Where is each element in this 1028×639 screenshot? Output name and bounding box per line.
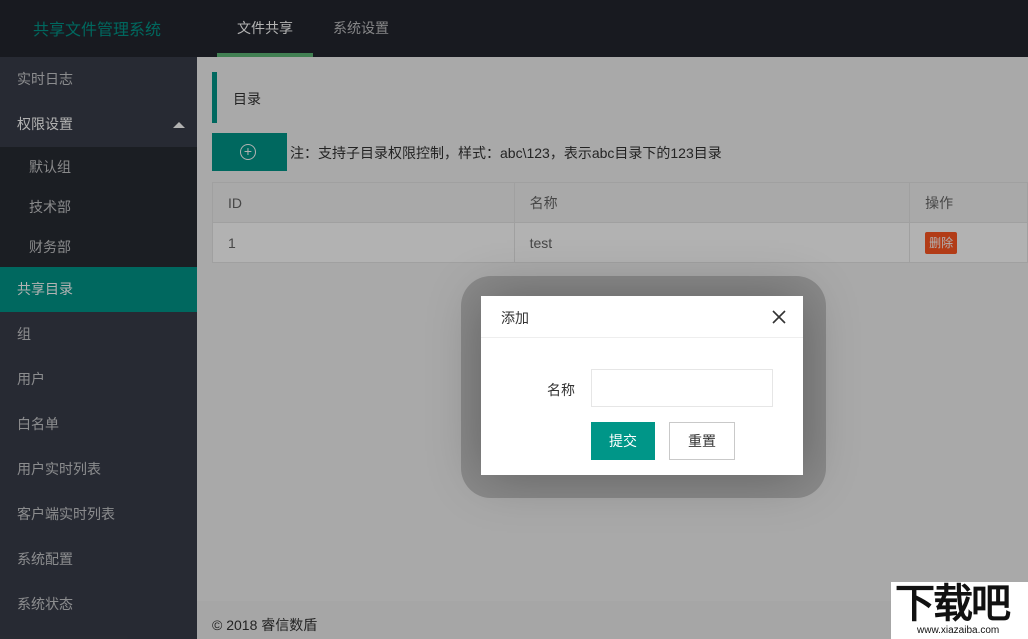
add-dialog: 添加 名称 提交 重置 [481, 296, 803, 475]
watermark-url: www.xiazaiba.com [917, 625, 1000, 636]
submit-button[interactable]: 提交 [591, 422, 655, 460]
dialog-title: 添加 [481, 296, 803, 338]
watermark-logo: 下载吧 www.xiazaiba.com [891, 582, 1028, 639]
name-input[interactable] [591, 369, 773, 407]
reset-button[interactable]: 重置 [669, 422, 735, 460]
name-field-label: 名称 [547, 382, 575, 398]
close-icon[interactable] [771, 309, 787, 325]
watermark-brand: 下载吧 [895, 581, 1011, 627]
